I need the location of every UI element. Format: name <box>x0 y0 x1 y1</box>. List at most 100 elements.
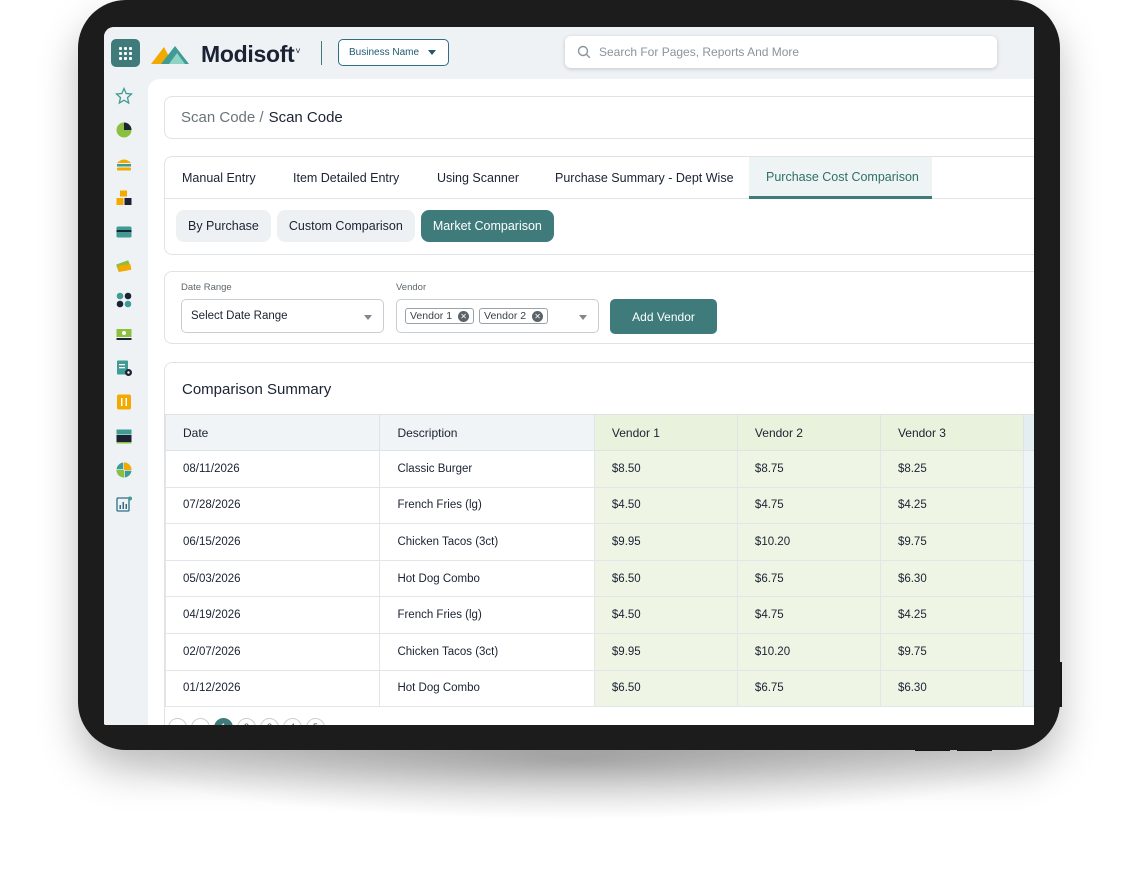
cell-description: Hot Dog Combo <box>379 669 595 708</box>
cell-vendor-2: $6.75 <box>736 559 881 598</box>
date-range-select[interactable]: Select Date Range <box>181 299 384 333</box>
first-page-icon[interactable]: « <box>168 717 187 725</box>
star-icon[interactable] <box>115 87 133 105</box>
main-content: Scan Code / Scan Code Manual Entry Item … <box>148 79 1034 725</box>
pagination: « ‹ 1 2 3 4 5 <box>168 717 325 725</box>
cell-vendor-1: $9.95 <box>593 632 738 671</box>
cell-date: 05/03/2026 <box>165 559 381 598</box>
cell-vendor-1: $8.50 <box>593 450 738 488</box>
table-row[interactable]: 01/12/2026 Hot Dog Combo $6.50 $6.75 $6.30 <box>165 669 1034 708</box>
page-button[interactable]: 2 <box>237 717 256 725</box>
chevron-down-icon <box>579 315 587 320</box>
close-icon[interactable]: ✕ <box>532 310 544 322</box>
top-bar: Modisoft ˅ Business Name Search For Page… <box>104 27 1034 79</box>
store-banner-icon[interactable] <box>115 427 133 445</box>
column-header-vendor-2[interactable]: Vendor 2 <box>736 414 881 451</box>
page-button[interactable]: 3 <box>260 717 279 725</box>
vendor-tag: Vendor 1 ✕ <box>405 308 475 324</box>
page-button[interactable]: 5 <box>306 717 325 725</box>
comparison-summary-title: Comparison Summary <box>182 381 332 398</box>
table-row[interactable]: 06/15/2026 Chicken Tacos (3ct) $9.95 $10.20… <box>165 523 1034 561</box>
tab-item-detailed-entry[interactable]: Item Detailed Entry <box>276 157 420 199</box>
cell-overflow <box>1022 523 1034 561</box>
table-row[interactable]: 08/11/2026 Classic Burger $8.50 $8.75 $8.25 <box>165 450 1034 488</box>
tab-bar: Manual Entry Item Detailed Entry Using S… <box>165 157 1034 199</box>
cell-overflow <box>1022 450 1034 488</box>
document-settings-icon[interactable] <box>115 359 133 377</box>
cell-overflow <box>1022 669 1034 708</box>
date-range-label: Date Range <box>181 282 232 293</box>
column-header-date[interactable]: Date <box>165 414 381 451</box>
vendor-tag: Vendor 2 ✕ <box>479 308 549 324</box>
burger-icon[interactable] <box>115 155 133 173</box>
dots-grid-icon[interactable] <box>115 291 133 309</box>
close-icon[interactable]: ✕ <box>458 310 470 322</box>
comparison-summary-card: Comparison Summary Date Description Vend… <box>164 362 1034 725</box>
cell-overflow <box>1022 486 1034 525</box>
search-placeholder: Search For Pages, Reports And More <box>599 45 800 59</box>
table-row[interactable]: 04/19/2026 French Fries (lg) $4.50 $4.75 $4.… <box>165 596 1034 634</box>
page-button[interactable]: 4 <box>283 717 302 725</box>
column-header-vendor-3[interactable]: Vendor 3 <box>879 414 1024 451</box>
tab-using-scanner[interactable]: Using Scanner <box>420 157 538 199</box>
cell-vendor-1: $4.50 <box>593 486 738 525</box>
cell-vendor-3: $4.25 <box>879 596 1024 634</box>
table-header-row: Date Description Vendor 1 Vendor 2 Vendo… <box>165 414 1034 451</box>
cell-description: Chicken Tacos (3ct) <box>379 523 595 561</box>
prev-page-icon[interactable]: ‹ <box>191 717 210 725</box>
grid-icon <box>119 46 132 60</box>
table-row[interactable]: 05/03/2026 Hot Dog Combo $6.50 $6.75 $6.30 <box>165 559 1034 598</box>
cell-description: French Fries (lg) <box>379 596 595 634</box>
cell-date: 08/11/2026 <box>165 450 381 488</box>
cell-vendor-3: $6.30 <box>879 669 1024 708</box>
logo: Modisoft ˅ <box>151 41 301 68</box>
column-header-overflow <box>1022 414 1034 451</box>
tab-manual-entry[interactable]: Manual Entry <box>165 157 276 199</box>
search-input[interactable]: Search For Pages, Reports And More <box>565 36 997 68</box>
column-header-vendor-1[interactable]: Vendor 1 <box>593 414 738 451</box>
cell-vendor-2: $10.20 <box>736 632 881 671</box>
tab-purchase-summary-dept-wise[interactable]: Purchase Summary - Dept Wise <box>538 157 749 199</box>
date-range-value: Select Date Range <box>191 310 288 322</box>
cell-vendor-2: $4.75 <box>736 596 881 634</box>
tickets-icon[interactable] <box>115 257 133 275</box>
app-grid-button[interactable] <box>111 39 140 67</box>
header-divider <box>321 41 322 65</box>
analytics-icon[interactable] <box>115 495 133 513</box>
cell-vendor-3: $9.75 <box>879 632 1024 671</box>
vendor-label: Vendor <box>396 282 427 293</box>
table-row[interactable]: 02/07/2026 Chicken Tacos (3ct) $9.95 $10.20… <box>165 632 1034 671</box>
food-menu-icon[interactable] <box>115 393 133 411</box>
vendor-select[interactable]: Vendor 1 ✕ Vendor 2 ✕ <box>396 299 599 333</box>
cell-vendor-1: $9.95 <box>593 523 738 561</box>
tab-purchase-cost-comparison[interactable]: Purchase Cost Comparison <box>749 157 932 199</box>
cell-vendor-3: $8.25 <box>879 450 1024 488</box>
column-header-description[interactable]: Description <box>379 414 595 451</box>
cell-date: 06/15/2026 <box>165 523 381 561</box>
cell-overflow <box>1022 559 1034 598</box>
cell-vendor-2: $4.75 <box>736 486 881 525</box>
pie-chart-icon[interactable] <box>115 121 133 139</box>
subtab-custom-comparison[interactable]: Custom Comparison <box>276 210 415 242</box>
boxes-icon[interactable] <box>115 189 133 207</box>
cash-icon[interactable] <box>115 325 133 343</box>
page-button[interactable]: 1 <box>214 717 233 725</box>
cell-description: Chicken Tacos (3ct) <box>379 632 595 671</box>
cell-vendor-3: $6.30 <box>879 559 1024 598</box>
vendor-tag-label: Vendor 2 <box>484 310 527 322</box>
table-row[interactable]: 07/28/2026 French Fries (lg) $4.50 $4.75 $4.… <box>165 486 1034 525</box>
breadcrumb-parent[interactable]: Scan Code / <box>181 109 264 126</box>
globe-icon[interactable] <box>115 461 133 479</box>
cell-vendor-3: $4.25 <box>879 486 1024 525</box>
subtab-by-purchase[interactable]: By Purchase <box>176 210 271 242</box>
business-select[interactable]: Business Name <box>338 39 449 66</box>
cell-date: 04/19/2026 <box>165 596 381 634</box>
cell-vendor-1: $6.50 <box>593 669 738 708</box>
subtab-market-comparison[interactable]: Market Comparison <box>420 210 554 242</box>
add-vendor-button[interactable]: Add Vendor <box>610 299 717 334</box>
logo-mark-icon <box>151 45 189 64</box>
cell-overflow <box>1022 596 1034 634</box>
card-icon[interactable] <box>115 223 133 241</box>
app-screen: Modisoft ˅ Business Name Search For Page… <box>104 27 1034 725</box>
cell-vendor-2: $6.75 <box>736 669 881 708</box>
